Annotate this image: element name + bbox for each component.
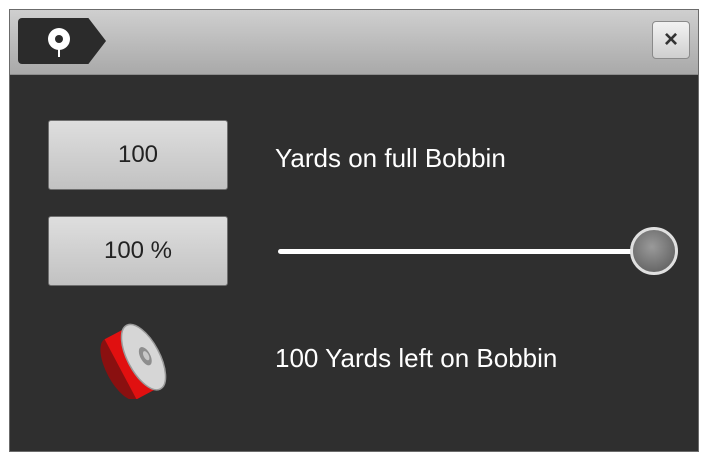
percent-button[interactable]: 100 %: [48, 216, 228, 286]
title-tab: [18, 18, 106, 64]
close-button[interactable]: ×: [652, 21, 690, 59]
close-icon: ×: [663, 26, 678, 53]
yards-left-label: 100 Yards left on Bobbin: [275, 343, 558, 373]
bobbin-spool-icon: [90, 319, 190, 404]
bobbin-level-slider-thumb[interactable]: [630, 227, 678, 275]
title-bar: ×: [10, 10, 698, 75]
dialog-content: 100 Yards on full Bobbin 100 % 100 Yards…: [10, 75, 698, 451]
bobbin-dialog: × 100 Yards on full Bobbin 100 % 100 Yar…: [9, 9, 699, 452]
yards-full-button[interactable]: 100: [48, 120, 228, 190]
yards-full-label: Yards on full Bobbin: [275, 143, 506, 173]
bobbin-icon: [48, 28, 70, 57]
bobbin-level-slider-track[interactable]: [278, 249, 658, 254]
